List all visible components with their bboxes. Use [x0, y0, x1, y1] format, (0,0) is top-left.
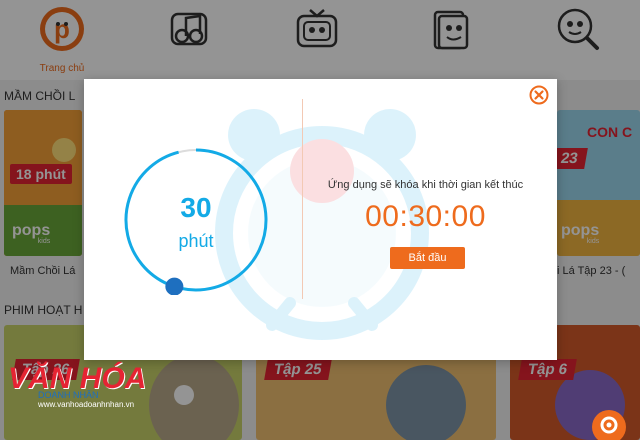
settings-button[interactable] [592, 410, 626, 440]
close-icon[interactable] [529, 85, 549, 105]
start-button[interactable]: Bắt đầu [390, 247, 465, 269]
vanhoa-watermark-logo: VĂN HÓA DOANH NHÂN www.vanhoadoanhnhan.v… [8, 362, 147, 410]
gear-icon [600, 416, 618, 434]
dial-knob[interactable] [165, 277, 184, 295]
timer-dialog: 30 phút Ứng dụng sẽ khóa khi thời gian k… [84, 79, 557, 360]
dial-value: 30 [180, 192, 212, 223]
dial-unit: phút [178, 231, 214, 251]
lock-message: Ứng dụng sẽ khóa khi thời gian kết thúc [327, 179, 524, 191]
vertical-divider [302, 99, 303, 299]
countdown-display: 00:30:00 [365, 200, 486, 233]
